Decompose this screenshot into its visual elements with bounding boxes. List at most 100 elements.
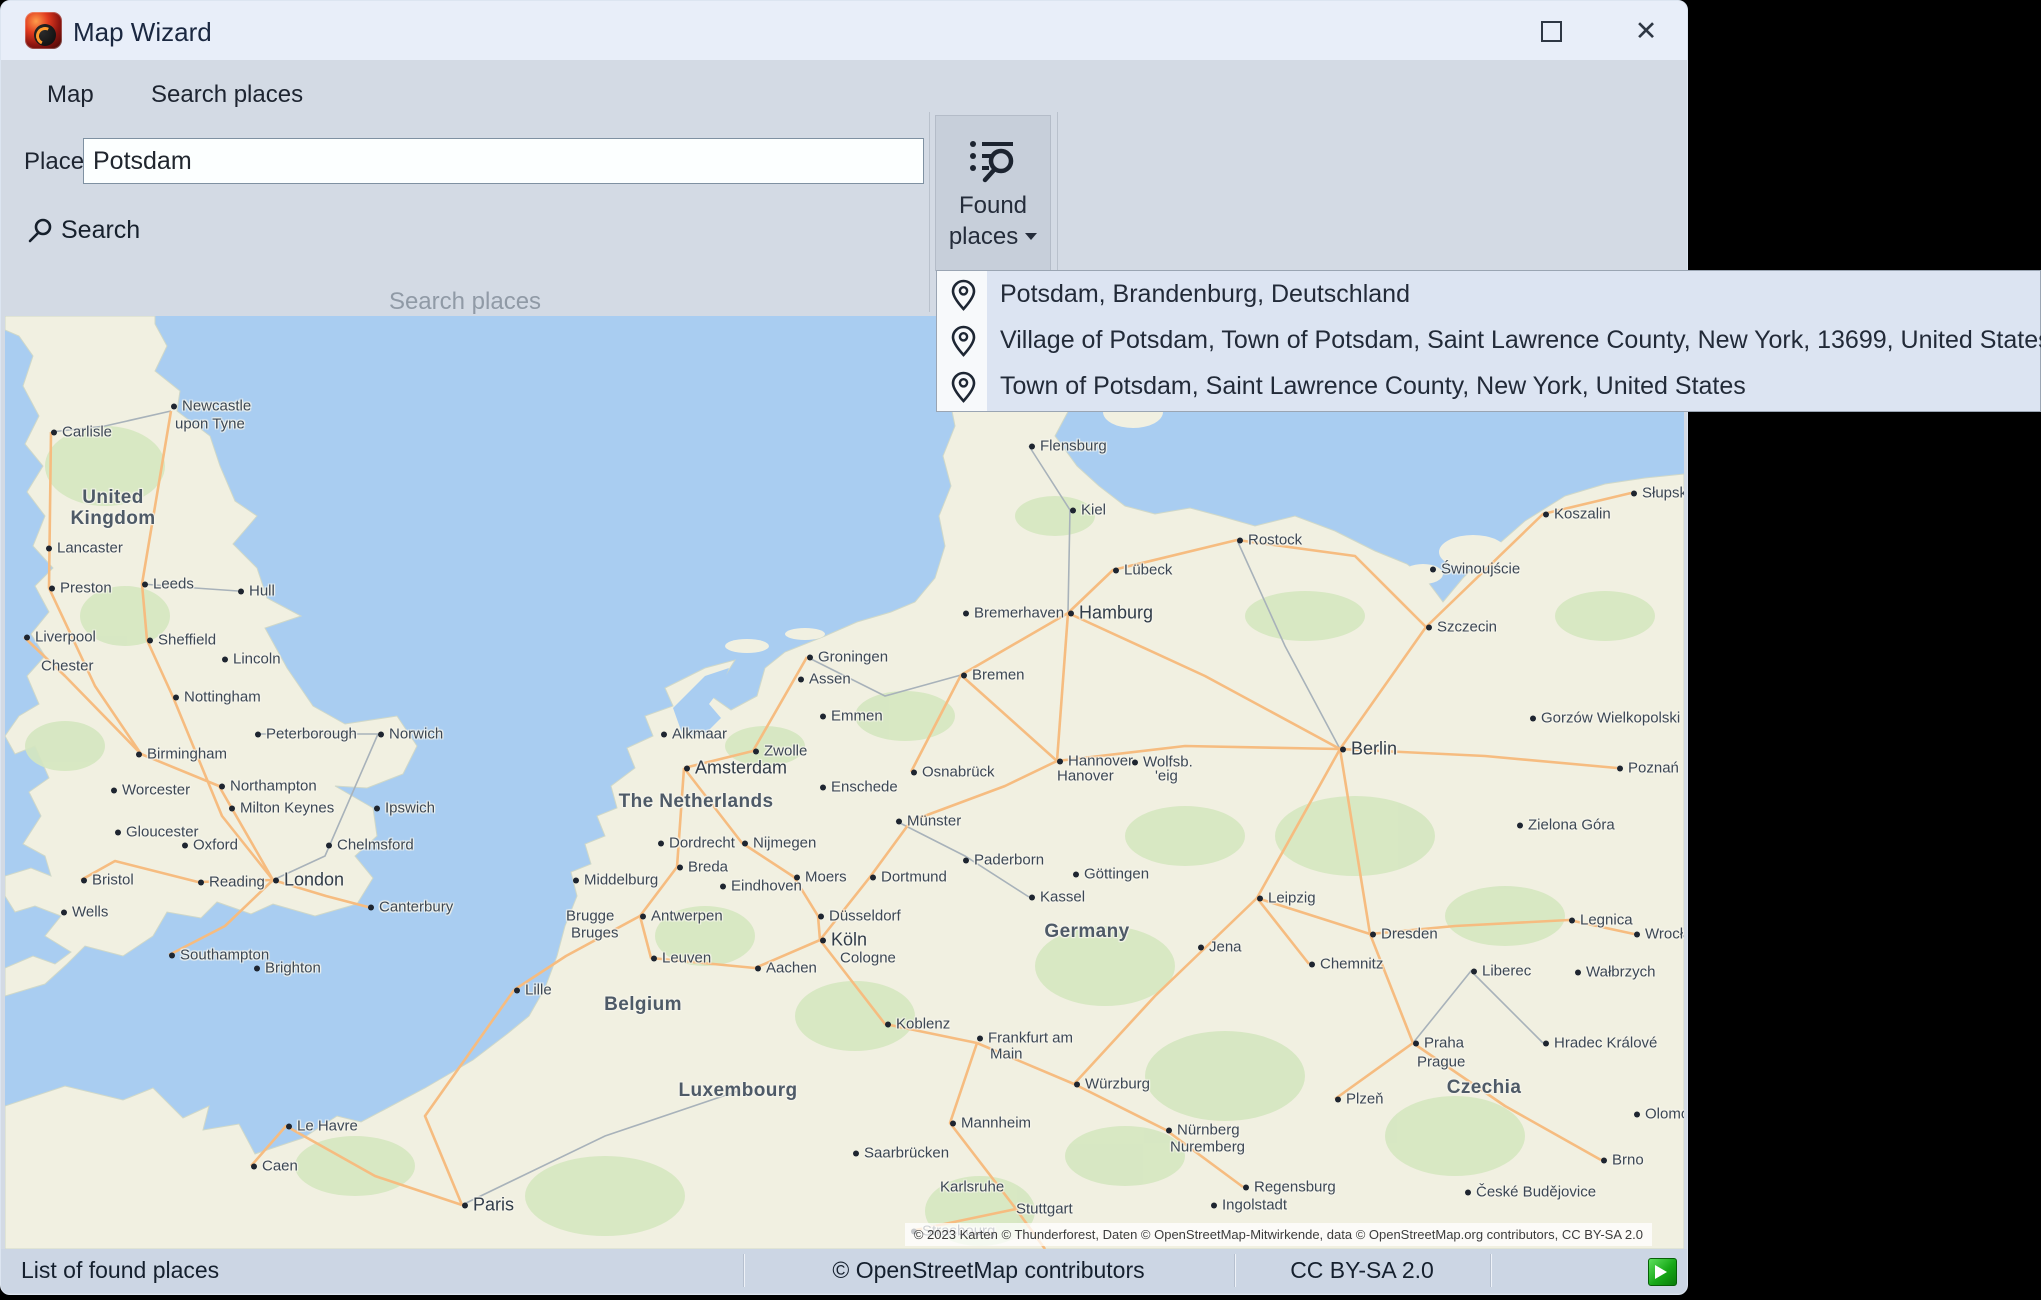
- map-label: Wałbrzych: [1575, 964, 1655, 981]
- city-dot: [753, 748, 759, 754]
- app-window: Map Wizard ✕ Map Search places Place Sea…: [0, 0, 1688, 1295]
- map-label: Plzeň: [1335, 1091, 1384, 1108]
- found-places-button[interactable]: Found places: [935, 115, 1051, 271]
- city-dot: [963, 610, 969, 616]
- window-title: Map Wizard: [73, 17, 212, 48]
- city-dot: [1465, 1189, 1471, 1195]
- city-dot: [1132, 759, 1138, 765]
- map-label: Ipswich: [374, 800, 435, 817]
- map-label: Belgium: [604, 994, 682, 1016]
- map-label: Göttingen: [1073, 866, 1149, 883]
- map-labels: CarlisleNewcastleupon TyneLancasterPrest…: [5, 316, 1684, 1249]
- city-dot: [1426, 624, 1432, 630]
- city-dot: [820, 784, 826, 790]
- city-dot: [115, 829, 121, 835]
- close-icon: ✕: [1635, 18, 1658, 45]
- city-dot: [684, 765, 690, 771]
- map-label: Reading: [198, 874, 265, 891]
- map-label: Cologne: [840, 950, 896, 967]
- map-label: Enschede: [820, 779, 898, 796]
- map-label: Alkmaar: [661, 726, 727, 743]
- map-label: Stuttgart: [1016, 1201, 1073, 1218]
- map-label: Brno: [1601, 1152, 1644, 1169]
- map-label: Czechia: [1447, 1077, 1522, 1099]
- location-pin-icon: [950, 279, 977, 311]
- close-button[interactable]: ✕: [1623, 15, 1669, 47]
- map-attribution: © 2023 Karten © Thunderforest, Daten © O…: [905, 1223, 1652, 1246]
- map-label: Germany: [1044, 921, 1129, 943]
- map-label: Bruges: [571, 925, 619, 942]
- found-place-item-label: Town of Potsdam, Saint Lawrence County, …: [1000, 372, 1746, 401]
- map-label: Münster: [896, 813, 961, 830]
- city-dot: [677, 864, 683, 870]
- map-label: Canterbury: [368, 899, 453, 916]
- map-label: Leipzig: [1257, 890, 1316, 907]
- city-dot: [651, 955, 657, 961]
- city-dot: [1198, 944, 1204, 950]
- city-dot: [24, 634, 30, 640]
- city-dot: [1211, 1202, 1217, 1208]
- city-dot: [1601, 1157, 1607, 1163]
- found-place-item-label: Village of Potsdam, Town of Potsdam, Sai…: [1000, 326, 2041, 355]
- menu-item-map[interactable]: Map: [47, 81, 94, 109]
- city-dot: [374, 805, 380, 811]
- map-label: Wrocław: [1634, 926, 1684, 943]
- map-label: Paderborn: [963, 852, 1044, 869]
- map-canvas[interactable]: CarlisleNewcastleupon TyneLancasterPrest…: [5, 316, 1684, 1249]
- map-label: Antwerpen: [640, 908, 723, 925]
- map-label: The Netherlands: [619, 791, 774, 813]
- city-dot: [1617, 765, 1623, 771]
- map-label: Zwolle: [753, 743, 807, 760]
- city-dot: [794, 874, 800, 880]
- ribbon-group-caption: Search places: [1, 288, 929, 316]
- map-label: Dortmund: [870, 869, 947, 886]
- map-label: Koszalin: [1543, 506, 1611, 523]
- city-dot: [1543, 1040, 1549, 1046]
- city-dot: [573, 877, 579, 883]
- map-label: Kiel: [1070, 502, 1106, 519]
- map-label: Brugge: [566, 908, 614, 925]
- city-dot: [1634, 1111, 1640, 1117]
- map-label: Hanover: [1057, 768, 1114, 785]
- statusbar-divider: [1490, 1254, 1492, 1287]
- city-dot: [326, 842, 332, 848]
- map-label: Regensburg: [1243, 1179, 1336, 1196]
- map-label: Milton Keynes: [229, 800, 334, 817]
- city-dot: [798, 676, 804, 682]
- menu-item-search-places[interactable]: Search places: [151, 81, 303, 109]
- map-label: Prague: [1417, 1054, 1465, 1071]
- city-dot: [720, 883, 726, 889]
- city-dot: [661, 731, 667, 737]
- map-label: Nuremberg: [1170, 1139, 1245, 1156]
- city-dot: [1057, 758, 1063, 764]
- map-label: Lincoln: [222, 651, 281, 668]
- city-dot: [1530, 715, 1536, 721]
- map-label: Hradec Králové: [1543, 1035, 1657, 1052]
- map-label: 'eig: [1155, 768, 1178, 785]
- map-label: Assen: [798, 671, 851, 688]
- city-dot: [378, 731, 384, 737]
- city-dot: [1074, 1081, 1080, 1087]
- city-dot: [1029, 443, 1035, 449]
- map-label: Lille: [514, 982, 552, 999]
- city-dot: [1113, 567, 1119, 573]
- map-label: Preston: [49, 580, 112, 597]
- search-button[interactable]: Search: [27, 210, 140, 250]
- city-dot: [136, 751, 142, 757]
- city-dot: [273, 877, 279, 883]
- place-input[interactable]: [83, 138, 924, 184]
- status-license: CC BY-SA 2.0: [1234, 1257, 1490, 1284]
- maximize-button[interactable]: [1528, 15, 1574, 47]
- found-place-item[interactable]: Town of Potsdam, Saint Lawrence County, …: [937, 363, 2040, 409]
- found-place-item[interactable]: Village of Potsdam, Town of Potsdam, Sai…: [937, 317, 2040, 363]
- search-icon: [27, 217, 54, 244]
- city-dot: [870, 874, 876, 880]
- city-dot: [173, 694, 179, 700]
- city-dot: [51, 429, 57, 435]
- city-dot: [368, 904, 374, 910]
- map-label: Chester: [41, 658, 94, 675]
- city-dot: [1257, 895, 1263, 901]
- map-label: Oxford: [182, 837, 238, 854]
- found-place-item[interactable]: Potsdam, Brandenburg, Deutschland: [937, 271, 2040, 317]
- city-dot: [171, 403, 177, 409]
